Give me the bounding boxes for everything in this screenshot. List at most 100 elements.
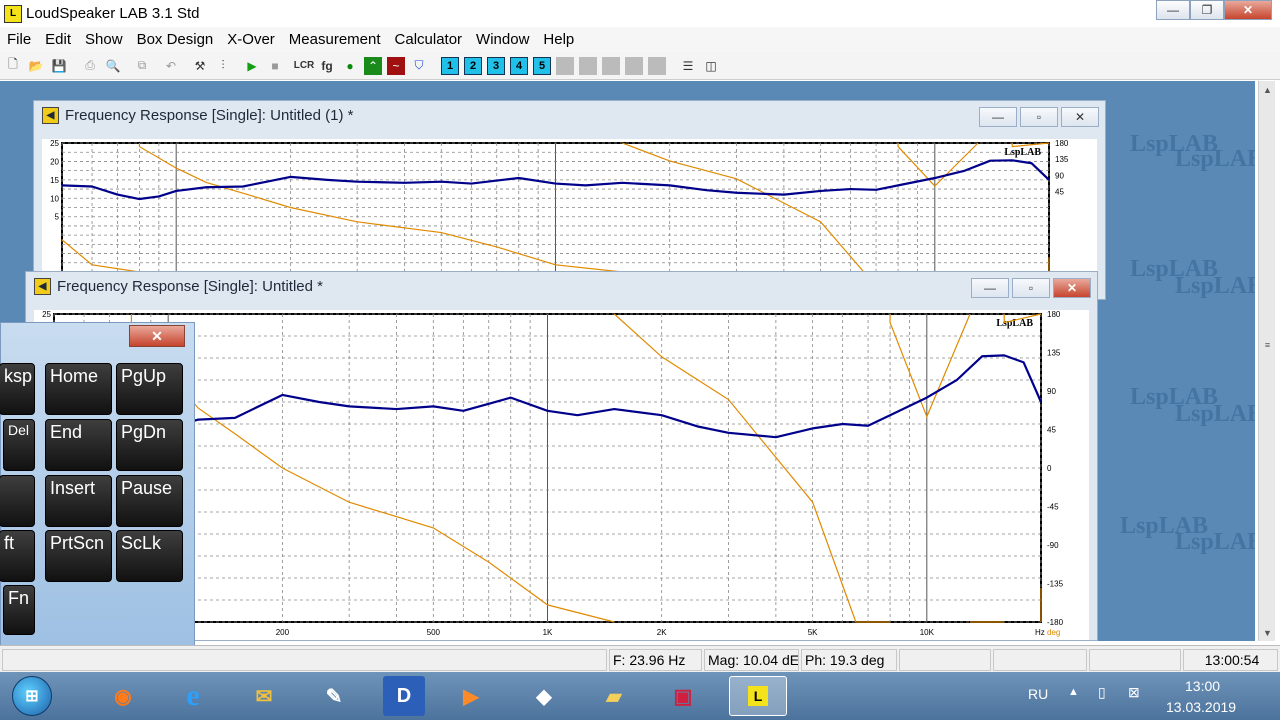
y-tick-label: 5: [55, 213, 60, 222]
close-button[interactable]: ✕: [1053, 278, 1091, 298]
minimize-button[interactable]: —: [1156, 0, 1190, 20]
menu-box-design[interactable]: Box Design: [130, 31, 221, 48]
tools-icon[interactable]: ⚒: [191, 57, 209, 75]
floppy-icon[interactable]: ▣: [662, 676, 704, 716]
plot-area[interactable]: 25 20 15 10 5 180 135 90 45 LspLAB: [42, 139, 1097, 274]
y-tick-label: 10: [50, 194, 59, 203]
network-icon[interactable]: ⊠: [1128, 684, 1140, 701]
menu-help[interactable]: Help: [536, 31, 581, 48]
minimize-button[interactable]: —: [971, 278, 1009, 298]
language-indicator[interactable]: RU: [1028, 686, 1048, 702]
osk-close-button[interactable]: ✕: [129, 325, 185, 347]
play-icon[interactable]: ▶: [243, 57, 261, 75]
d-app-icon[interactable]: D: [383, 676, 425, 716]
disabled-tool-icon[interactable]: [625, 56, 643, 75]
internet-explorer-icon[interactable]: e: [172, 676, 214, 716]
watermark: LspLAB: [1175, 401, 1255, 427]
media-player-icon[interactable]: ▶: [450, 676, 492, 716]
key-home[interactable]: Home: [45, 363, 112, 415]
preset-1-button[interactable]: 1: [441, 56, 459, 75]
y-tick-label: 25: [50, 139, 59, 148]
taskbar: ⊞ ◉ e ✉ ✎ D ▶ ◆ ▰ ▣ L RU ▲ ▯ ⊠ 13:00 13.…: [0, 672, 1280, 720]
key-prtscn[interactable]: PrtScn: [45, 530, 112, 582]
close-button[interactable]: ✕: [1224, 0, 1272, 20]
alien-icon[interactable]: ◆: [523, 676, 565, 716]
fg-icon[interactable]: fg: [318, 57, 336, 75]
folder-icon[interactable]: ▰: [593, 676, 635, 716]
scroll-down-icon[interactable]: ▼: [1259, 624, 1276, 641]
green-chart-icon[interactable]: ⌃: [364, 56, 382, 75]
disabled-tool-icon[interactable]: [579, 56, 597, 75]
mail-user-icon[interactable]: ✉: [243, 676, 285, 716]
disabled-tool-icon[interactable]: [556, 56, 574, 75]
maximize-button[interactable]: ▫: [1012, 278, 1050, 298]
frequency-response-chart: 25 20 15 10 5 180 135 90 45 LspLAB: [50, 139, 1069, 273]
disabled-tool-icon[interactable]: [648, 56, 666, 75]
menu-x-over[interactable]: X-Over: [220, 31, 282, 48]
save-icon[interactable]: 💾: [50, 57, 68, 75]
window-title: Frequency Response [Single]: Untitled (1…: [65, 107, 354, 124]
phase-unit-label: deg: [1047, 628, 1060, 637]
red-chart-icon[interactable]: ~: [387, 56, 405, 75]
x-tick-label: 5K: [808, 628, 818, 637]
key-insert[interactable]: Insert: [45, 475, 112, 527]
vertical-scrollbar[interactable]: ▲ ≡ ▼: [1258, 81, 1275, 641]
copy-icon[interactable]: ⧉: [133, 57, 151, 75]
key-backspace[interactable]: ksp: [0, 363, 35, 415]
menu-window[interactable]: Window: [469, 31, 536, 48]
green-circle-icon[interactable]: ●: [341, 57, 359, 75]
key-sclk[interactable]: ScLk: [116, 530, 183, 582]
lcr-icon[interactable]: LCR: [294, 57, 315, 75]
watermark: LspLAB: [1175, 529, 1255, 555]
menu-edit[interactable]: Edit: [38, 31, 78, 48]
key-blank[interactable]: [0, 475, 35, 527]
stop-icon[interactable]: ■: [266, 57, 284, 75]
y2-tick-label: 45: [1047, 426, 1056, 435]
key-shift[interactable]: ft: [0, 530, 35, 582]
key-pause[interactable]: Pause: [116, 475, 183, 527]
key-del[interactable]: Del: [3, 419, 35, 471]
preset-4-button[interactable]: 4: [510, 56, 528, 75]
new-icon[interactable]: 🗋: [4, 57, 22, 75]
scroll-grip-icon[interactable]: ≡: [1259, 336, 1276, 353]
close-button[interactable]: ✕: [1061, 107, 1099, 127]
x-tick-label: 200: [276, 628, 290, 637]
watermark: LspLAB: [1175, 146, 1255, 172]
menu-calculator[interactable]: Calculator: [388, 31, 470, 48]
loudspeaker-lab-icon[interactable]: L: [729, 676, 787, 716]
menu-bar: File Edit Show Box Design X-Over Measure…: [0, 27, 1280, 52]
menu-show[interactable]: Show: [78, 31, 130, 48]
minimize-button[interactable]: —: [979, 107, 1017, 127]
signature-icon[interactable]: ✎: [313, 676, 355, 716]
key-pgup[interactable]: PgUp: [116, 363, 183, 415]
menu-measurement[interactable]: Measurement: [282, 31, 388, 48]
firefox-icon[interactable]: ◉: [102, 676, 144, 716]
print-icon[interactable]: ⎙: [81, 57, 99, 75]
key-pgdn[interactable]: PgDn: [116, 419, 183, 471]
open-icon[interactable]: 📂: [27, 57, 45, 75]
y-tick-label: 15: [50, 176, 59, 185]
loudspeaker-lab-icon[interactable]: L: [4, 4, 22, 23]
tile-vertical-icon[interactable]: ◫: [702, 57, 720, 75]
tile-horizontal-icon[interactable]: ☰: [679, 57, 697, 75]
preset-5-button[interactable]: 5: [533, 56, 551, 75]
frequency-response-window-1[interactable]: ◀ Frequency Response [Single]: Untitled …: [33, 100, 1106, 300]
menu-file[interactable]: File: [0, 31, 38, 48]
key-fn[interactable]: Fn: [3, 585, 35, 635]
preset-3-button[interactable]: 3: [487, 56, 505, 75]
key-end[interactable]: End: [45, 419, 112, 471]
disabled-tool-icon[interactable]: [602, 56, 620, 75]
maximize-button[interactable]: ▫: [1020, 107, 1058, 127]
restore-button[interactable]: ❐: [1190, 0, 1224, 20]
print-preview-icon[interactable]: 🔍: [104, 57, 122, 75]
show-hidden-icons-icon[interactable]: ▲: [1068, 686, 1079, 698]
scroll-up-icon[interactable]: ▲: [1259, 81, 1276, 98]
start-orb-icon[interactable]: ⊞: [12, 676, 52, 716]
clock-date[interactable]: 13.03.2019: [1166, 699, 1236, 715]
undo-icon[interactable]: ↶: [162, 57, 180, 75]
sliders-icon[interactable]: ⫶: [214, 57, 232, 75]
shield-icon[interactable]: ⛉: [410, 57, 428, 75]
device-icon[interactable]: ▯: [1098, 684, 1106, 701]
clock-time[interactable]: 13:00: [1185, 678, 1220, 694]
preset-2-button[interactable]: 2: [464, 56, 482, 75]
